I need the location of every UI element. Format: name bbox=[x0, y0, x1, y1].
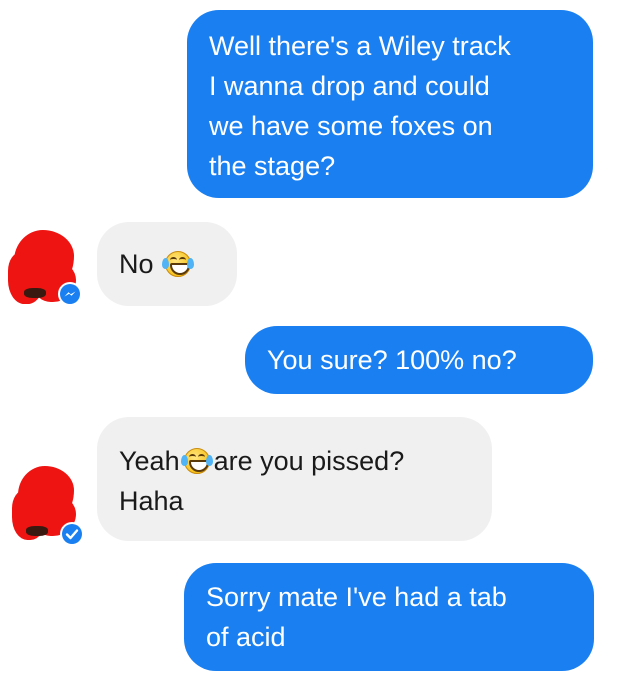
message-line: No bbox=[119, 244, 215, 284]
outgoing-message-bubble[interactable]: Well there's a Wiley track I wanna drop … bbox=[187, 10, 593, 198]
message-line: Haha bbox=[119, 486, 184, 516]
message-thread: Well there's a Wiley track I wanna drop … bbox=[0, 0, 624, 681]
messenger-badge-icon bbox=[60, 522, 84, 546]
message-line: the stage? bbox=[209, 151, 336, 181]
outgoing-message-bubble[interactable]: Sorry mate I've had a tab of acid bbox=[184, 563, 594, 671]
message-text: You sure? 100% no? bbox=[267, 345, 517, 375]
message-line: of acid bbox=[206, 622, 286, 652]
message-text: No bbox=[119, 249, 154, 279]
face-with-tears-of-joy-icon bbox=[180, 447, 213, 475]
message-line: Yeah are you pissed? bbox=[119, 441, 470, 481]
contact-avatar-redacted[interactable] bbox=[4, 222, 82, 318]
outgoing-message-bubble[interactable]: You sure? 100% no? bbox=[245, 326, 593, 394]
messenger-badge-icon bbox=[58, 282, 82, 306]
incoming-message-bubble[interactable]: Yeah are you pissed? Haha bbox=[97, 417, 492, 541]
message-text: Yeah bbox=[119, 446, 180, 476]
message-line: I wanna drop and could bbox=[209, 71, 490, 101]
contact-avatar-redacted[interactable] bbox=[4, 456, 84, 552]
message-line: we have some foxes on bbox=[209, 111, 493, 141]
message-line: Sorry mate I've had a tab bbox=[206, 582, 507, 612]
face-with-tears-of-joy-icon bbox=[162, 250, 195, 278]
incoming-message-bubble[interactable]: No bbox=[97, 222, 237, 306]
message-text: are you pissed? bbox=[213, 446, 405, 476]
message-line: Well there's a Wiley track bbox=[209, 31, 511, 61]
